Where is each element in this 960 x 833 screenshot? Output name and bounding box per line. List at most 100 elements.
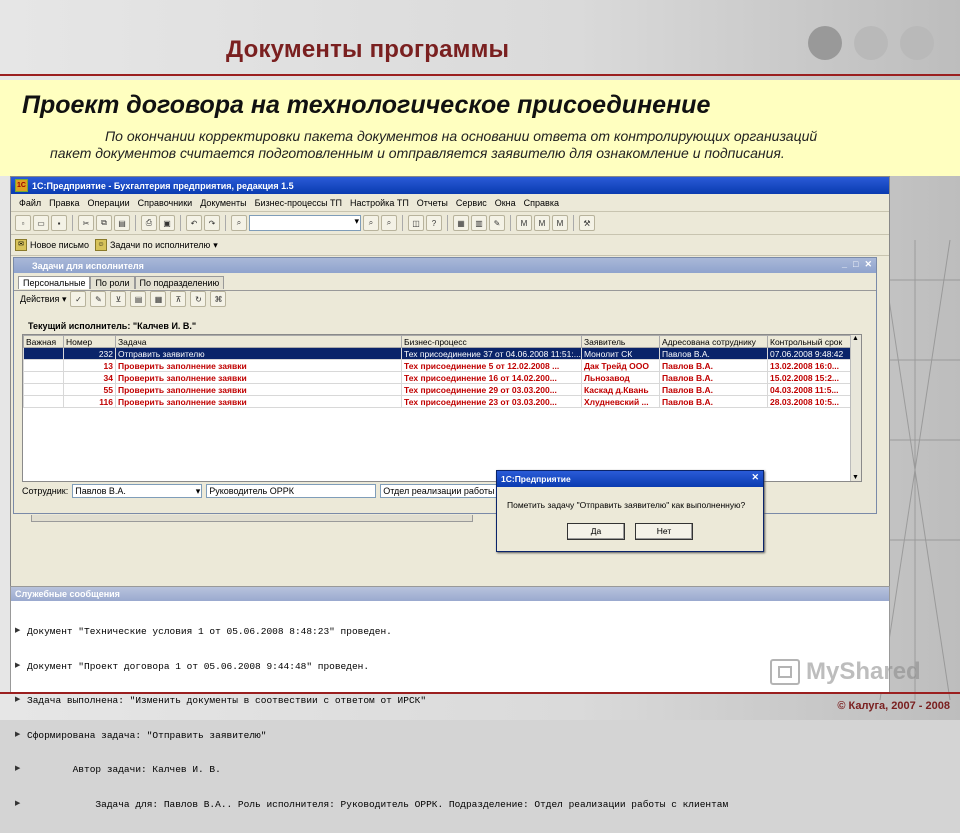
help-icon[interactable]: ?	[426, 215, 442, 231]
column-header[interactable]: Важная	[23, 335, 64, 348]
employee-select[interactable]: Павлов В.А.	[72, 484, 203, 498]
tasks-window-title: Задачи для исполнителя	[32, 260, 144, 271]
table-row[interactable]: 116 Проверить заполнение заявки Тех прис…	[23, 395, 854, 408]
print-icon[interactable]: ⎙	[141, 215, 157, 231]
column-header[interactable]: Адресована сотруднику	[659, 335, 768, 348]
copy-icon[interactable]: ⧉	[96, 215, 112, 231]
column-header[interactable]: Контрольный срок	[767, 335, 854, 348]
menu-file[interactable]: Файл	[15, 198, 45, 208]
message-line: ▶ Задача для: Павлов В.А.. Роль исполнит…	[15, 799, 889, 811]
memory-icon[interactable]: M	[516, 215, 532, 231]
tab-by-role[interactable]: По роли	[90, 276, 135, 289]
circle-decoration	[900, 26, 934, 60]
chevron-down-icon: ▾	[213, 239, 218, 250]
cell-number: 55	[63, 383, 116, 396]
minimize-icon[interactable]: _	[842, 259, 847, 270]
app-1c-icon: 1С	[15, 179, 28, 192]
table-row[interactable]: 232 Отправить заявителю Тех присоединени…	[23, 347, 854, 360]
cell-task: Отправить заявителю	[115, 347, 402, 360]
cell-deadline: 28.03.2008 10:5...	[767, 395, 854, 408]
filter-icon[interactable]: ⊻	[110, 291, 127, 307]
menu-service[interactable]: Сервис	[452, 198, 491, 208]
memory-sub-icon[interactable]: M	[552, 215, 568, 231]
find-prev-icon[interactable]: ⌕	[381, 215, 397, 231]
no-button[interactable]: Нет	[635, 523, 693, 540]
menu-business-processes[interactable]: Бизнес-процессы ТП	[251, 198, 346, 208]
column-header[interactable]: Задача	[115, 335, 402, 348]
service-messages-body: ▶ Документ "Технические условия 1 от 05.0…	[11, 601, 889, 833]
table-row[interactable]: 13 Проверить заполнение заявки Тех присо…	[23, 359, 854, 372]
role-field[interactable]: Руководитель ОРРК	[206, 484, 377, 498]
new-document-icon[interactable]: ▫	[15, 215, 31, 231]
find-icon[interactable]: ⌕	[231, 215, 247, 231]
table-header-row: Важная Номер Задача Бизнес-процесс Заяви…	[23, 335, 854, 348]
column-header[interactable]: Заявитель	[581, 335, 660, 348]
menu-operations[interactable]: Операции	[84, 198, 134, 208]
open-icon[interactable]: ▭	[33, 215, 49, 231]
department-field[interactable]: Отдел реализации работы с к	[380, 484, 503, 498]
message-text: Задача для: Павлов В.А.. Роль исполнител…	[27, 798, 729, 810]
refresh-icon[interactable]: ↻	[190, 291, 207, 307]
message-line: ▶ Документ "Проект договора 1 от 05.06.20…	[15, 661, 889, 673]
cell-important	[23, 359, 64, 372]
tasks-by-executor-button[interactable]: ☺ Задачи по исполнителю ▾	[94, 239, 218, 251]
menu-edit[interactable]: Правка	[45, 198, 83, 208]
table-row[interactable]: 34 Проверить заполнение заявки Тех присо…	[23, 371, 854, 384]
cell-important	[23, 371, 64, 384]
tools-icon[interactable]: ⚒	[579, 215, 595, 231]
dialog-message: Пометить задачу "Отправить заявителю" ка…	[507, 500, 746, 510]
tree-icon[interactable]: ⌘	[210, 291, 227, 307]
message-line: ▶ Документ "Технические условия 1 от 05.0…	[15, 626, 889, 638]
menu-reports[interactable]: Отчеты	[413, 198, 452, 208]
maximize-icon[interactable]: □	[853, 259, 858, 270]
tab-personal[interactable]: Персональные	[18, 276, 91, 289]
group-icon[interactable]: ▦	[150, 291, 167, 307]
yes-button[interactable]: Да	[567, 523, 625, 540]
preview-icon[interactable]: ▣	[159, 215, 175, 231]
window-icon[interactable]: ◫	[408, 215, 424, 231]
execute-icon[interactable]: ✓	[70, 291, 87, 307]
cell-employee: Павлов В.А.	[659, 359, 768, 372]
arrow-icon: ▶	[15, 696, 21, 704]
list-icon[interactable]: ▤	[130, 291, 147, 307]
cell-applicant: Льнозавод	[581, 371, 660, 384]
search-combo[interactable]	[249, 215, 361, 231]
edit-icon[interactable]: ✎	[90, 291, 107, 307]
section-heading: Проект договора на технологическое присо…	[22, 91, 711, 119]
tips-icon[interactable]: ✎	[489, 215, 505, 231]
redo-icon[interactable]: ↷	[204, 215, 220, 231]
cell-important	[23, 347, 64, 360]
new-letter-label: Новое письмо	[30, 240, 89, 250]
service-messages-title: Служебные сообщения	[11, 587, 889, 601]
calendar-icon[interactable]: ▥	[471, 215, 487, 231]
cut-icon[interactable]: ✂	[78, 215, 94, 231]
column-header[interactable]: Номер	[63, 335, 116, 348]
column-header[interactable]: Бизнес-процесс	[401, 335, 582, 348]
actions-label: Действия	[20, 293, 60, 304]
actions-menu-button[interactable]: Действия ▾	[20, 294, 66, 305]
menu-tp-settings[interactable]: Настройка ТП	[346, 198, 413, 208]
clear-filter-icon[interactable]: ⊼	[170, 291, 187, 307]
toolbar-separator	[402, 215, 403, 231]
toolbar-separator	[72, 215, 73, 231]
menu-help[interactable]: Справка	[520, 198, 563, 208]
table-row[interactable]: 55 Проверить заполнение заявки Тех присо…	[23, 383, 854, 396]
message-text: Документ "Проект договора 1 от 05.06.200…	[27, 660, 370, 672]
close-icon[interactable]: ✕	[751, 472, 759, 483]
calculator-icon[interactable]: ▦	[453, 215, 469, 231]
secondary-toolbar: ✉ Новое письмо ☺ Задачи по исполнителю ▾	[11, 235, 889, 256]
menu-documents[interactable]: Документы	[196, 198, 250, 208]
toolbar-separator	[135, 215, 136, 231]
close-icon[interactable]: ✕	[864, 259, 872, 270]
table-scrollbar[interactable]	[850, 335, 861, 481]
new-letter-button[interactable]: ✉ Новое письмо	[15, 239, 89, 251]
find-next-icon[interactable]: ⌕	[363, 215, 379, 231]
tab-by-department[interactable]: По подразделению	[134, 276, 225, 289]
undo-icon[interactable]: ↶	[186, 215, 202, 231]
memory-add-icon[interactable]: M	[534, 215, 550, 231]
paste-icon[interactable]: ▤	[114, 215, 130, 231]
cell-process: Тех присоединение 29 от 03.03.200...	[401, 383, 582, 396]
menu-windows[interactable]: Окна	[491, 198, 520, 208]
menu-references[interactable]: Справочники	[134, 198, 197, 208]
save-icon[interactable]: ▪	[51, 215, 67, 231]
